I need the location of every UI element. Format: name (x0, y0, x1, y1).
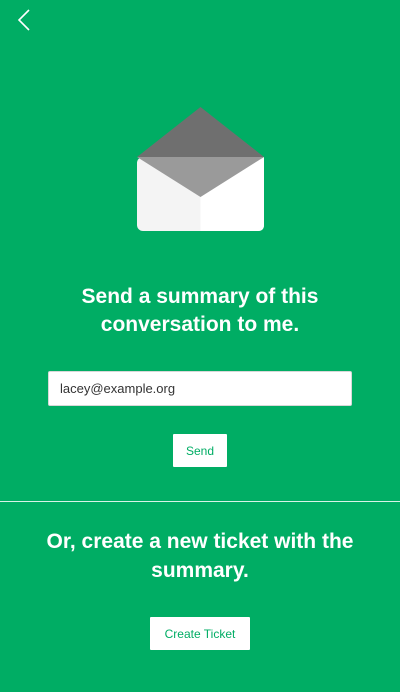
section-divider (0, 501, 400, 502)
summary-title-line-1: Send a summary of this (81, 285, 319, 308)
ticket-title: Or, create a new ticket with the summary… (0, 527, 400, 585)
ticket-title-line-1: Or, create a new ticket with the (46, 530, 354, 553)
summary-title-line-2: conversation to me. (100, 313, 300, 336)
email-field[interactable] (48, 371, 352, 406)
envelope-icon (137, 107, 264, 231)
ticket-title-line-2: summary. (151, 559, 249, 582)
summary-title: Send a summary of this conversation to m… (0, 283, 400, 339)
chevron-left-icon (17, 9, 30, 31)
back-button[interactable] (14, 8, 38, 32)
send-button[interactable]: Send (173, 434, 227, 467)
create-ticket-button[interactable]: Create Ticket (150, 617, 250, 650)
